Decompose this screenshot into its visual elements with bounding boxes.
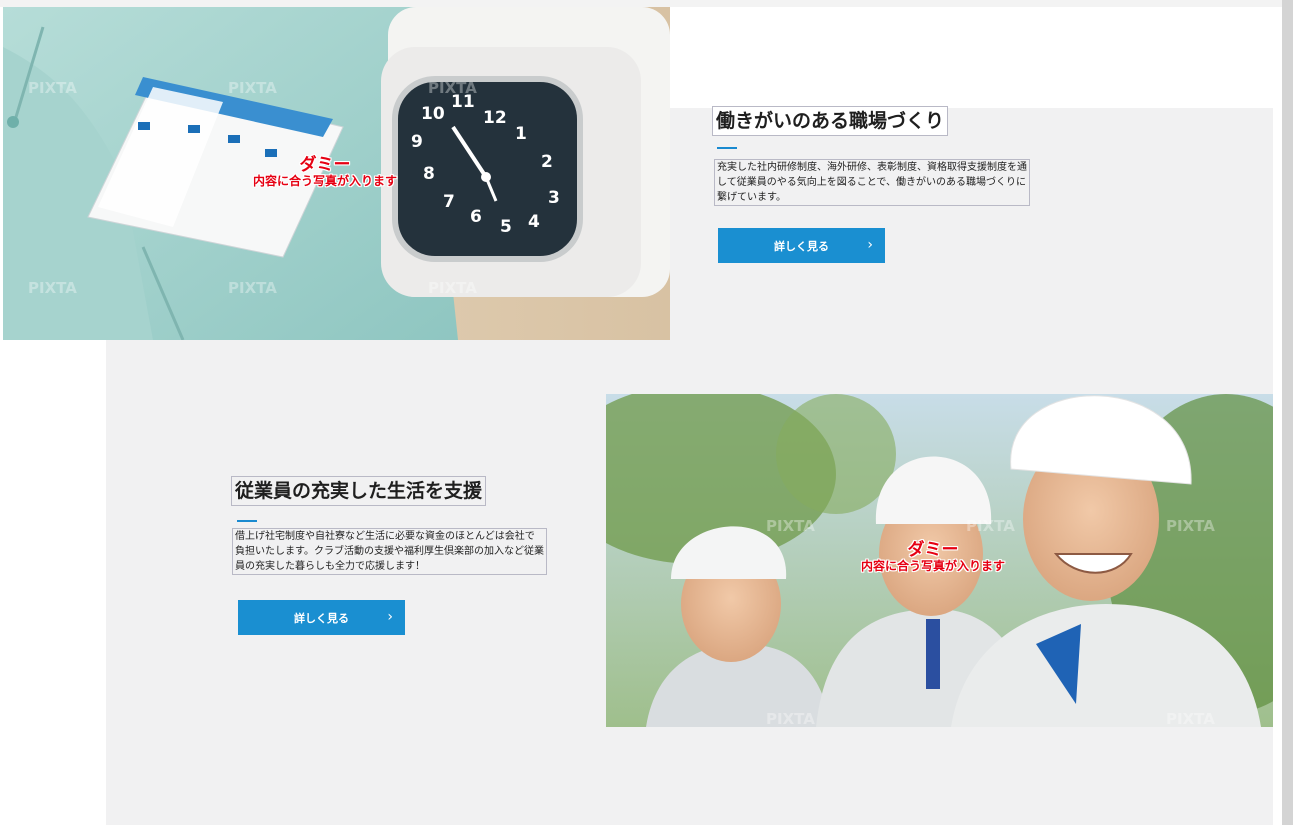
section2-details-button[interactable]: 詳しく見る › <box>238 600 405 635</box>
svg-text:PIXTA: PIXTA <box>766 710 815 727</box>
svg-text:PIXTA: PIXTA <box>966 517 1015 535</box>
dummy-image-label: ダミー 内容に合う写真が入ります <box>861 540 1006 573</box>
section1-title: 働きがいのある職場づくり <box>712 106 949 136</box>
svg-text:PIXTA: PIXTA <box>228 79 277 97</box>
dummy-image-label: ダミー 内容に合う写真が入ります <box>253 155 398 188</box>
section1-details-button[interactable]: 詳しく見る › <box>718 228 885 263</box>
page: 10 11 12 123 456 789 PIXTA PIXTA PIXTA PIXTA… <box>0 0 1282 825</box>
section2-title: 従業員の充実した生活を支援 <box>231 476 487 506</box>
section2-description: 借上げ社宅制度や自社寮など生活に必要な資金のほとんどは会社で負担いたします。クラ… <box>232 528 547 575</box>
top-strip <box>0 0 1282 7</box>
svg-text:PIXTA: PIXTA <box>1166 710 1215 727</box>
dummy-sub-text: 内容に合う写真が入ります <box>253 173 398 188</box>
svg-text:2: 2 <box>541 152 553 172</box>
chevron-right-icon: › <box>867 237 873 253</box>
section2-details-button-label: 詳しく見る <box>294 611 349 625</box>
chevron-right-icon: › <box>387 609 393 625</box>
svg-text:PIXTA: PIXTA <box>228 279 277 297</box>
svg-text:PIXTA: PIXTA <box>28 279 77 297</box>
svg-text:5: 5 <box>500 217 512 237</box>
svg-text:1: 1 <box>515 124 527 144</box>
svg-text:10: 10 <box>421 104 445 124</box>
section2-accent-line <box>237 520 257 522</box>
svg-text:7: 7 <box>443 192 455 212</box>
section1-details-button-label: 詳しく見る <box>774 239 829 253</box>
svg-text:4: 4 <box>528 212 540 232</box>
dummy-main-text: ダミー <box>907 540 959 560</box>
svg-text:12: 12 <box>483 108 507 128</box>
svg-text:PIXTA: PIXTA <box>766 517 815 535</box>
workers-photo: PIXTA PIXTA PIXTA PIXTA PIXTA ダミー 内容に合う写真が入… <box>606 394 1273 727</box>
svg-text:PIXTA: PIXTA <box>428 279 477 297</box>
svg-text:9: 9 <box>411 132 423 152</box>
svg-text:PIXTA: PIXTA <box>1166 517 1215 535</box>
svg-text:PIXTA: PIXTA <box>28 79 77 97</box>
svg-text:6: 6 <box>470 207 482 227</box>
svg-text:8: 8 <box>423 164 435 184</box>
svg-text:3: 3 <box>548 188 560 208</box>
dummy-sub-text: 内容に合う写真が入ります <box>861 558 1006 573</box>
timecard-photo: 10 11 12 123 456 789 PIXTA PIXTA PIXTA PIXTA… <box>3 7 670 340</box>
svg-text:PIXTA: PIXTA <box>428 79 477 97</box>
section1-description: 充実した社内研修制度、海外研修、表彰制度、資格取得支援制度を通して従業員のやる気… <box>714 159 1030 206</box>
dummy-main-text: ダミー <box>299 155 351 175</box>
vertical-scrollbar[interactable] <box>1282 0 1293 825</box>
section1-accent-line <box>717 147 737 149</box>
